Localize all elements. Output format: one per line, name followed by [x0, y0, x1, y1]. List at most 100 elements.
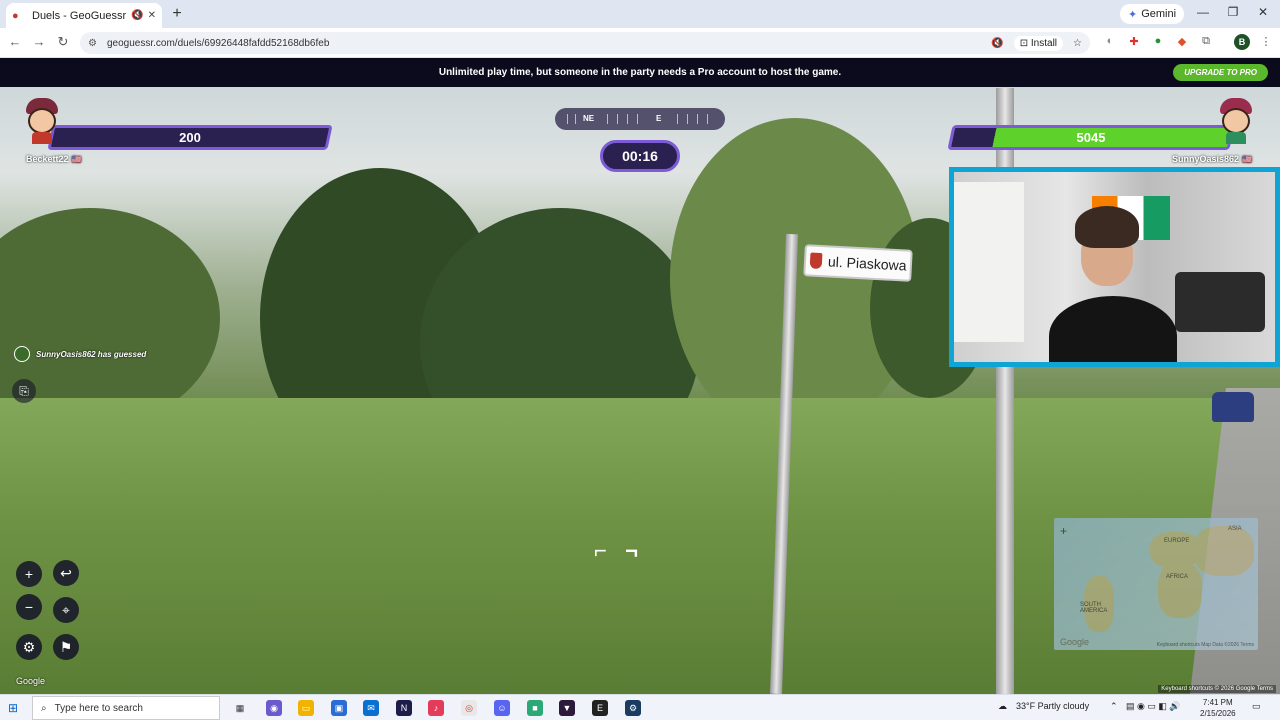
- map-label-asia: ASIA: [1228, 526, 1242, 532]
- weather-text[interactable]: 33°F Partly cloudy: [1016, 701, 1089, 711]
- zoom-out-button[interactable]: −: [16, 594, 42, 620]
- mute-tab-icon[interactable]: 🔇: [131, 10, 143, 21]
- extensions-puzzle-icon[interactable]: ⧉: [1198, 35, 1214, 48]
- checkpoint-flag-icon[interactable]: ⚑: [53, 634, 79, 660]
- extension-icon-2[interactable]: ✚: [1126, 35, 1142, 48]
- left-player-avatar: [24, 98, 60, 144]
- undo-move-icon[interactable]: ↩: [53, 560, 79, 586]
- geoguessr-favicon-icon: ●: [12, 9, 19, 22]
- coat-of-arms-icon: [809, 252, 823, 270]
- windows-start-icon[interactable]: ⊞: [8, 701, 18, 715]
- us-flag-icon: 🇺🇸: [71, 155, 82, 164]
- extension-icon-1[interactable]: ◐: [1102, 35, 1118, 47]
- steam-icon[interactable]: ⚙: [625, 700, 641, 716]
- epic-games-icon[interactable]: E: [592, 700, 608, 716]
- settings-gear-icon[interactable]: ⚙: [16, 634, 42, 660]
- left-player-name: Beckett22 🇺🇸: [26, 154, 82, 164]
- zoom-in-button[interactable]: +: [16, 561, 42, 587]
- gemini-spark-icon: ✦: [1128, 8, 1138, 21]
- compass: NE E: [555, 108, 725, 130]
- report-icon[interactable]: ⎘: [12, 379, 36, 403]
- map-label-europe: EUROPE: [1164, 538, 1190, 544]
- browser-tab-bar: ● Duels - GeoGuessr 🔇 ✕ + ✦ Gemini — ❐ ✕: [0, 0, 1280, 28]
- right-player-health: 5045: [1076, 130, 1106, 145]
- guess-notification: SunnyOasis862 has guessed: [14, 346, 146, 362]
- clock-time: 7:41 PM: [1202, 698, 1233, 707]
- close-window-button[interactable]: ✕: [1248, 5, 1278, 19]
- compass-e: E: [656, 114, 662, 123]
- streamer: [1049, 206, 1177, 362]
- taskbar-clock[interactable]: 7:41 PM 2/15/2026: [1200, 697, 1236, 719]
- outlook-icon[interactable]: ✉: [363, 700, 379, 716]
- file-explorer-icon[interactable]: ▭: [298, 700, 314, 716]
- street-sign: ul. Piaskowa: [803, 244, 913, 282]
- muted-icon[interactable]: 🔇: [991, 38, 1003, 49]
- music-icon[interactable]: ♪: [428, 700, 444, 716]
- site-info-icon[interactable]: ⚙: [88, 38, 97, 49]
- street-view-viewport[interactable]: ul. Piaskowa Unlimited play time, but so…: [0, 58, 1280, 694]
- tab-title: Duels - GeoGuessr: [32, 9, 127, 22]
- right-player-name: SunnyOasis862 🇺🇸: [1172, 154, 1253, 164]
- street-sign-text: ul. Piaskowa: [827, 253, 907, 274]
- map-label-south-america: SOUTH AMERICA: [1080, 602, 1108, 614]
- gemini-label: Gemini: [1141, 8, 1177, 20]
- store-icon[interactable]: ▣: [331, 700, 347, 716]
- movement-arrows[interactable]: ⌐ ¬: [594, 538, 638, 564]
- map-google-logo: Google: [1060, 637, 1090, 647]
- extension-icon-3[interactable]: ●: [1150, 35, 1166, 47]
- search-icon: ⌕: [41, 702, 47, 714]
- minimize-button[interactable]: —: [1188, 5, 1218, 19]
- close-tab-icon[interactable]: ✕: [148, 10, 156, 21]
- google-watermark: Google: [16, 676, 46, 686]
- right-player-health-bar: 5045: [947, 125, 1235, 150]
- app-next-icon[interactable]: N: [396, 700, 412, 716]
- profile-avatar[interactable]: B: [1234, 34, 1250, 50]
- map-label-africa: AFRICA: [1166, 574, 1189, 580]
- url-text: geoguessr.com/duels/69926448fafdd52168db…: [106, 37, 330, 49]
- compass-ne: NE: [583, 114, 595, 123]
- windows-taskbar: ⊞ ⌕ Type here to search ▦ ◉ ▭ ▣ ✉ N ♪ ◎ …: [0, 694, 1280, 720]
- left-player-health: 200: [179, 130, 201, 145]
- banner-text: Unlimited play time, but someone in the …: [438, 67, 842, 78]
- map-zoom-in-icon[interactable]: +: [1060, 524, 1067, 538]
- menu-kebab-icon[interactable]: ⋮: [1258, 35, 1274, 48]
- round-timer: 00:16: [600, 140, 680, 172]
- tab-geoguessr[interactable]: ● Duels - GeoGuessr 🔇 ✕: [6, 3, 162, 28]
- install-button[interactable]: ⊡ Install: [1013, 35, 1064, 51]
- return-to-start-icon[interactable]: ⌖: [53, 597, 79, 623]
- pro-banner: Unlimited play time, but someone in the …: [0, 58, 1280, 87]
- discord-icon[interactable]: ☺: [494, 700, 510, 716]
- url-bar[interactable]: ⚙ geoguessr.com/duels/69926448fafdd52168…: [80, 32, 1090, 54]
- extension-icon-4[interactable]: ◆: [1174, 35, 1190, 48]
- forward-button[interactable]: →: [30, 34, 48, 49]
- guess-notification-text: SunnyOasis862 has guessed: [36, 349, 147, 359]
- bookmark-star-icon[interactable]: ☆: [1073, 38, 1082, 49]
- streetview-credits[interactable]: Keyboard shortcuts © 2026 Google Terms: [1158, 685, 1276, 693]
- weather-icon[interactable]: ☁: [998, 701, 1007, 712]
- restore-button[interactable]: ❐: [1218, 5, 1248, 19]
- app-green-icon[interactable]: ■: [527, 700, 543, 716]
- search-placeholder: Type here to search: [54, 702, 143, 714]
- back-button[interactable]: ←: [6, 34, 24, 49]
- left-player-health-bar: 200: [47, 125, 333, 150]
- reload-button[interactable]: ↻: [54, 34, 72, 50]
- notifications-icon[interactable]: ▭: [1252, 701, 1261, 712]
- opponent-mini-avatar: [14, 346, 30, 362]
- blue-car: [1212, 392, 1254, 422]
- webcam-feed: [954, 172, 1275, 362]
- task-view-icon[interactable]: ▦: [232, 700, 248, 716]
- tray-chevron-icon[interactable]: ⌃: [1110, 701, 1118, 712]
- clock-date: 2/15/2026: [1200, 709, 1236, 718]
- app-dark-icon[interactable]: ▼: [559, 700, 575, 716]
- copilot-icon[interactable]: ◉: [266, 700, 282, 716]
- new-tab-button[interactable]: +: [168, 5, 186, 23]
- upgrade-to-pro-button[interactable]: UPGRADE TO PRO: [1173, 64, 1268, 81]
- gemini-button[interactable]: ✦ Gemini: [1120, 4, 1185, 24]
- us-flag-icon: 🇺🇸: [1242, 155, 1253, 164]
- guess-minimap[interactable]: + EUROPE AFRICA ASIA SOUTH AMERICA Googl…: [1054, 518, 1258, 650]
- map-footer: Keyboard shortcuts Map Data ©2026 Terms: [1156, 642, 1254, 648]
- address-toolbar: ← → ↻ ⚙ geoguessr.com/duels/69926448fafd…: [0, 28, 1280, 58]
- tray-icons[interactable]: ▤ ◉ ▭ ◧ 🔊: [1126, 701, 1181, 712]
- taskbar-search[interactable]: ⌕ Type here to search: [32, 696, 220, 720]
- chrome-icon[interactable]: ◎: [461, 700, 477, 716]
